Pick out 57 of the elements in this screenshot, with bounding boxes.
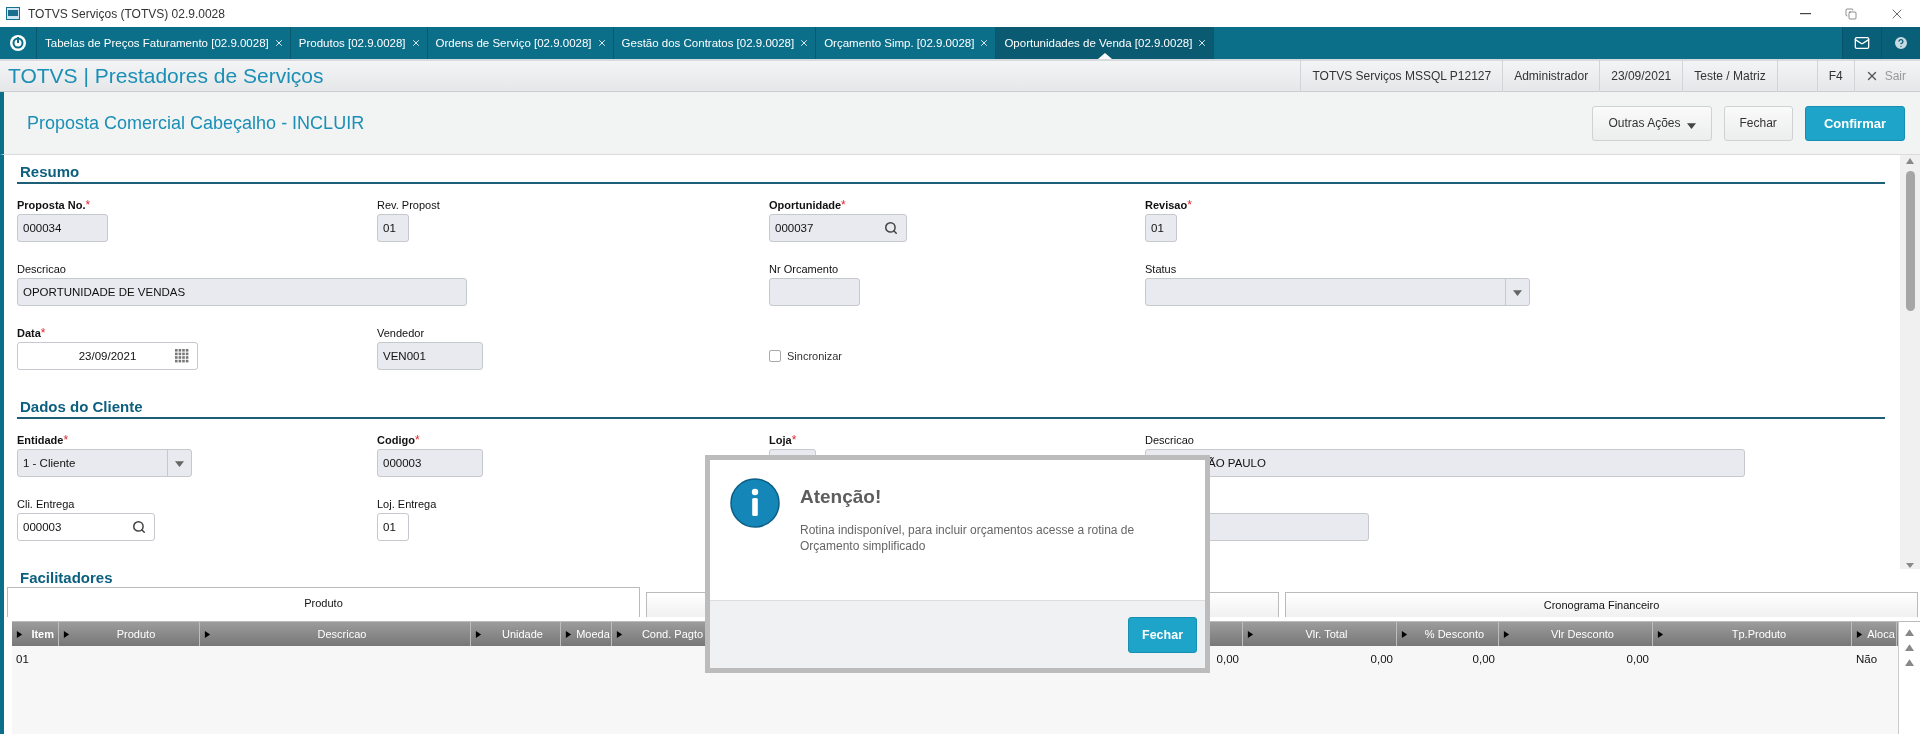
required-mark: * bbox=[63, 433, 69, 447]
field-label: Entidade bbox=[17, 433, 64, 447]
column-header[interactable]: % Desconto bbox=[1411, 628, 1498, 640]
app-brand: TOTVS | Prestadores de Serviços bbox=[8, 64, 325, 88]
app-tab[interactable]: Oportunidades de Venda [02.9.0028] bbox=[996, 27, 1215, 59]
column-header[interactable]: Moeda bbox=[575, 628, 611, 640]
required-mark: * bbox=[1187, 198, 1192, 212]
column-header[interactable]: Tp.Produto bbox=[1667, 628, 1851, 640]
tab[interactable]: Cronograma Financeiro bbox=[1285, 592, 1918, 617]
action-button[interactable]: Fechar bbox=[1723, 105, 1793, 141]
field-label: Status bbox=[1145, 262, 1177, 276]
column-header[interactable]: Unidade bbox=[485, 628, 560, 640]
column-header[interactable]: Vlr Desconto bbox=[1513, 628, 1652, 640]
field-label: Descricao bbox=[17, 262, 66, 276]
field-label: Loja bbox=[769, 433, 792, 447]
action-button[interactable]: Confirmar bbox=[1804, 105, 1905, 141]
field-label: Codigo bbox=[377, 433, 415, 447]
window-title: TOTVS Serviços (TOTVS) 02.9.0028 bbox=[28, 6, 226, 21]
table-cell: 0,00 bbox=[1370, 653, 1393, 665]
table-cell: 0,00 bbox=[1472, 653, 1495, 665]
field-label: Data bbox=[17, 326, 41, 340]
table-cell: Não bbox=[1856, 653, 1878, 665]
required-mark: * bbox=[40, 326, 46, 340]
dialog-message: Rotina indisponível, para incluir orçamentos acesse a rotina de Orçamento simplificado bbox=[800, 522, 1136, 554]
table-cell: 01 bbox=[16, 653, 29, 665]
section-title: Resumo bbox=[17, 162, 1885, 184]
field-label: Descricao bbox=[1145, 433, 1194, 447]
section-title: Facilitadores bbox=[19, 569, 114, 587]
actions-menu-button[interactable]: Outras Ações bbox=[1592, 105, 1712, 141]
column-header[interactable]: Descricao bbox=[214, 628, 470, 640]
column-header[interactable]: Vlr. Total bbox=[1257, 628, 1396, 640]
input-field[interactable]: 01 bbox=[377, 513, 409, 541]
column-header[interactable]: Item bbox=[26, 628, 58, 640]
field-label: Vendedor bbox=[377, 326, 425, 340]
required-mark: * bbox=[791, 433, 797, 447]
input-field[interactable]: 000003 bbox=[17, 513, 155, 541]
date-field[interactable]: 23/09/2021 bbox=[17, 342, 198, 370]
checkbox-label: Sincronizar bbox=[787, 350, 843, 362]
required-mark: * bbox=[414, 433, 420, 447]
field-label: Oportunidade bbox=[769, 198, 842, 212]
column-header[interactable]: Produto bbox=[73, 628, 199, 640]
field-label: Rev. Propost bbox=[377, 198, 440, 212]
column-header[interactable]: Aloca bbox=[1866, 628, 1896, 640]
field-label: Loj. Entrega bbox=[377, 497, 437, 511]
required-mark: * bbox=[841, 198, 846, 212]
tab[interactable]: Produto bbox=[7, 587, 640, 617]
close-dialog-button[interactable]: Fechar bbox=[1128, 616, 1197, 653]
field-label: Nr Orcamento bbox=[769, 262, 839, 276]
required-mark: * bbox=[85, 198, 91, 212]
table-cell: 0,00 bbox=[1626, 653, 1649, 665]
page-title: Proposta Comercial Cabeçalho - INCLUIR bbox=[27, 112, 366, 134]
section-title: Dados do Cliente bbox=[17, 397, 1885, 419]
field-label: Cli. Entrega bbox=[17, 497, 75, 511]
field-label: Proposta No. bbox=[17, 198, 86, 212]
dialog-title: Atenção! bbox=[800, 486, 883, 508]
field-label: Revisao bbox=[1145, 198, 1188, 212]
table-cell: 0,00 bbox=[1216, 653, 1239, 665]
